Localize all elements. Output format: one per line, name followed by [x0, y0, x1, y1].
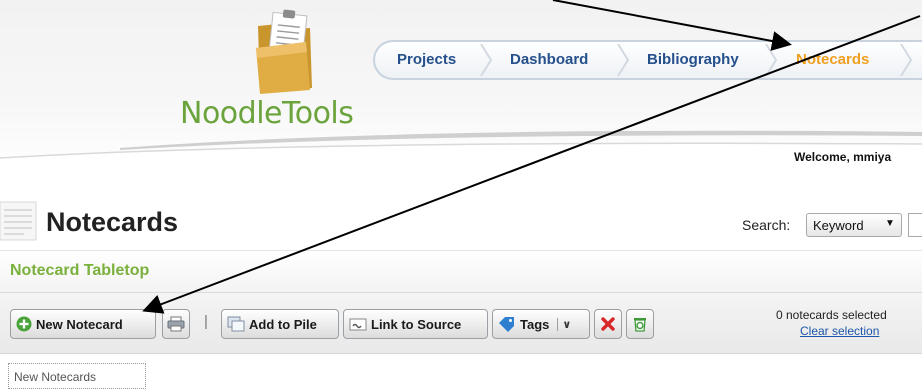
toolbar-separator: | — [204, 313, 208, 330]
nav-projects[interactable]: Projects — [397, 51, 456, 68]
page-title: Notecards — [46, 207, 179, 237]
pile-new-notecards[interactable]: New Notecards — [8, 363, 146, 389]
print-button[interactable] — [162, 309, 190, 339]
search-mode-value: Keyword — [813, 218, 864, 233]
add-to-pile-label: Add to Pile — [249, 316, 317, 332]
nav-bibliography[interactable]: Bibliography — [647, 51, 739, 68]
logo-text: NoodleTools — [180, 96, 354, 131]
search-label: Search: — [742, 217, 791, 233]
notecards-icon — [0, 201, 37, 241]
search-input[interactable] — [908, 213, 922, 237]
nav-separator — [480, 44, 493, 76]
link-to-source-button[interactable]: Link to Source — [343, 309, 488, 339]
chevron-down-icon: ▼ — [885, 218, 895, 229]
add-to-pile-button[interactable]: Add to Pile — [221, 309, 339, 339]
clear-selection-link[interactable]: Clear selection — [800, 324, 879, 338]
link-icon — [349, 318, 367, 331]
tabletop-title: Notecard Tabletop — [10, 262, 150, 279]
chevron-down-icon[interactable]: ∨ — [557, 317, 571, 331]
folder-icon — [256, 9, 312, 94]
title-row: Notecards Search: Keyword ▼ — [0, 190, 922, 246]
welcome-message: Welcome, mmiya — [794, 150, 892, 164]
noodletools-logo[interactable]: NoodleTools — [180, 8, 390, 133]
cards-icon — [227, 316, 245, 332]
new-notecard-label: New Notecard — [36, 316, 123, 332]
nav-separator — [900, 44, 913, 76]
nav-notecards[interactable]: Notecards — [796, 51, 869, 68]
plus-circle-icon — [16, 316, 32, 332]
new-notecard-button[interactable]: New Notecard — [10, 309, 156, 339]
header-swoosh — [0, 130, 922, 172]
tabletop-header: Notecard Tabletop — [0, 250, 922, 293]
print-icon — [167, 316, 185, 332]
notecard-toolbar: New Notecard | Add to Pile Link to Sourc… — [0, 292, 922, 354]
recycle-button[interactable] — [626, 309, 654, 339]
header: NoodleTools Projects Dashboard Bibliogra… — [0, 0, 922, 172]
search-mode-select[interactable]: Keyword ▼ — [806, 213, 902, 237]
delete-icon — [601, 317, 615, 331]
recycle-icon — [634, 318, 646, 332]
main-nav: Projects Dashboard Bibliography Notecard… — [373, 40, 922, 80]
link-to-source-label: Link to Source — [371, 316, 462, 332]
selected-count: 0 notecards selected — [776, 308, 887, 322]
nav-separator — [617, 44, 630, 76]
tags-label: Tags — [520, 316, 550, 332]
nav-dashboard[interactable]: Dashboard — [510, 51, 588, 68]
tags-button[interactable]: Tags ∨ — [492, 309, 590, 339]
tag-icon — [499, 317, 514, 332]
delete-button[interactable] — [594, 309, 622, 339]
nav-separator — [765, 44, 778, 76]
